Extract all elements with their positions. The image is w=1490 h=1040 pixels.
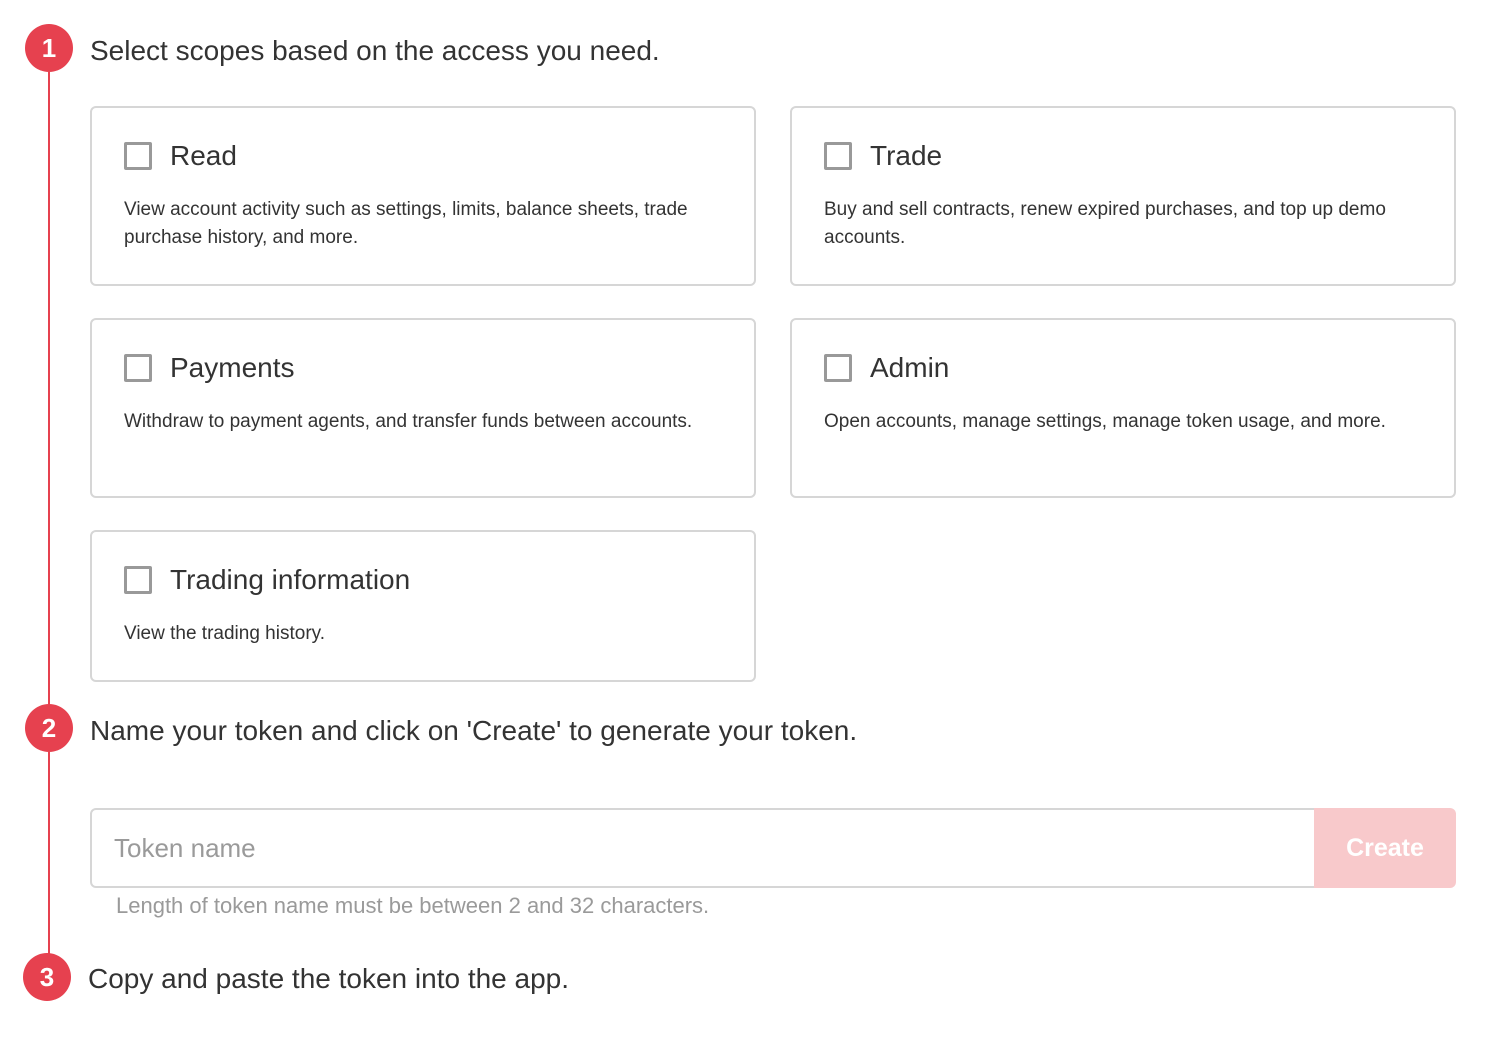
scope-title: Trading information <box>170 564 411 595</box>
payments-checkbox[interactable] <box>124 354 152 382</box>
create-button[interactable]: Create <box>1314 808 1456 888</box>
scope-card-trading-information[interactable]: Trading information View the trading his… <box>90 530 756 682</box>
scope-description: Withdraw to payment agents, and transfer… <box>124 411 693 432</box>
scope-card-payments[interactable]: Payments Withdraw to payment agents, and… <box>90 318 756 498</box>
scope-description: View the trading history. <box>124 623 326 644</box>
scope-card-admin[interactable]: Admin Open accounts, manage settings, ma… <box>790 318 1456 498</box>
step-2-title: Name your token and click on 'Create' to… <box>90 715 858 746</box>
scope-header: Read <box>124 140 237 172</box>
step-3-title: Copy and paste the token into the app. <box>88 963 570 994</box>
trading-information-checkbox[interactable] <box>124 566 152 594</box>
token-name-hint: Length of token name must be between 2 a… <box>116 893 710 918</box>
scope-header: Payments <box>124 352 295 384</box>
scope-description: Buy and sell contracts, renew expired pu… <box>824 199 1386 248</box>
scope-title: Read <box>170 140 237 171</box>
scope-card-trade[interactable]: Trade Buy and sell contracts, renew expi… <box>790 106 1456 286</box>
step-2-badge: 2 <box>25 704 73 752</box>
token-name-input[interactable] <box>90 808 1316 888</box>
scope-description: View account activity such as settings, … <box>124 199 688 248</box>
step-connector-line <box>48 72 50 705</box>
read-checkbox[interactable] <box>124 142 152 170</box>
step-connector-line <box>48 752 50 954</box>
scope-header: Trade <box>824 140 942 172</box>
step-3-badge: 3 <box>23 953 71 1001</box>
scope-description: Open accounts, manage settings, manage t… <box>824 411 1386 432</box>
scope-header: Admin <box>824 352 949 384</box>
step-1-badge: 1 <box>25 24 73 72</box>
scope-title: Payments <box>170 352 295 383</box>
scope-title: Admin <box>870 352 950 383</box>
step-1-title: Select scopes based on the access you ne… <box>90 35 660 66</box>
admin-checkbox[interactable] <box>824 354 852 382</box>
scope-card-read[interactable]: Read View account activity such as setti… <box>90 106 756 286</box>
trade-checkbox[interactable] <box>824 142 852 170</box>
scope-header: Trading information <box>124 564 410 596</box>
scope-title: Trade <box>870 140 943 171</box>
